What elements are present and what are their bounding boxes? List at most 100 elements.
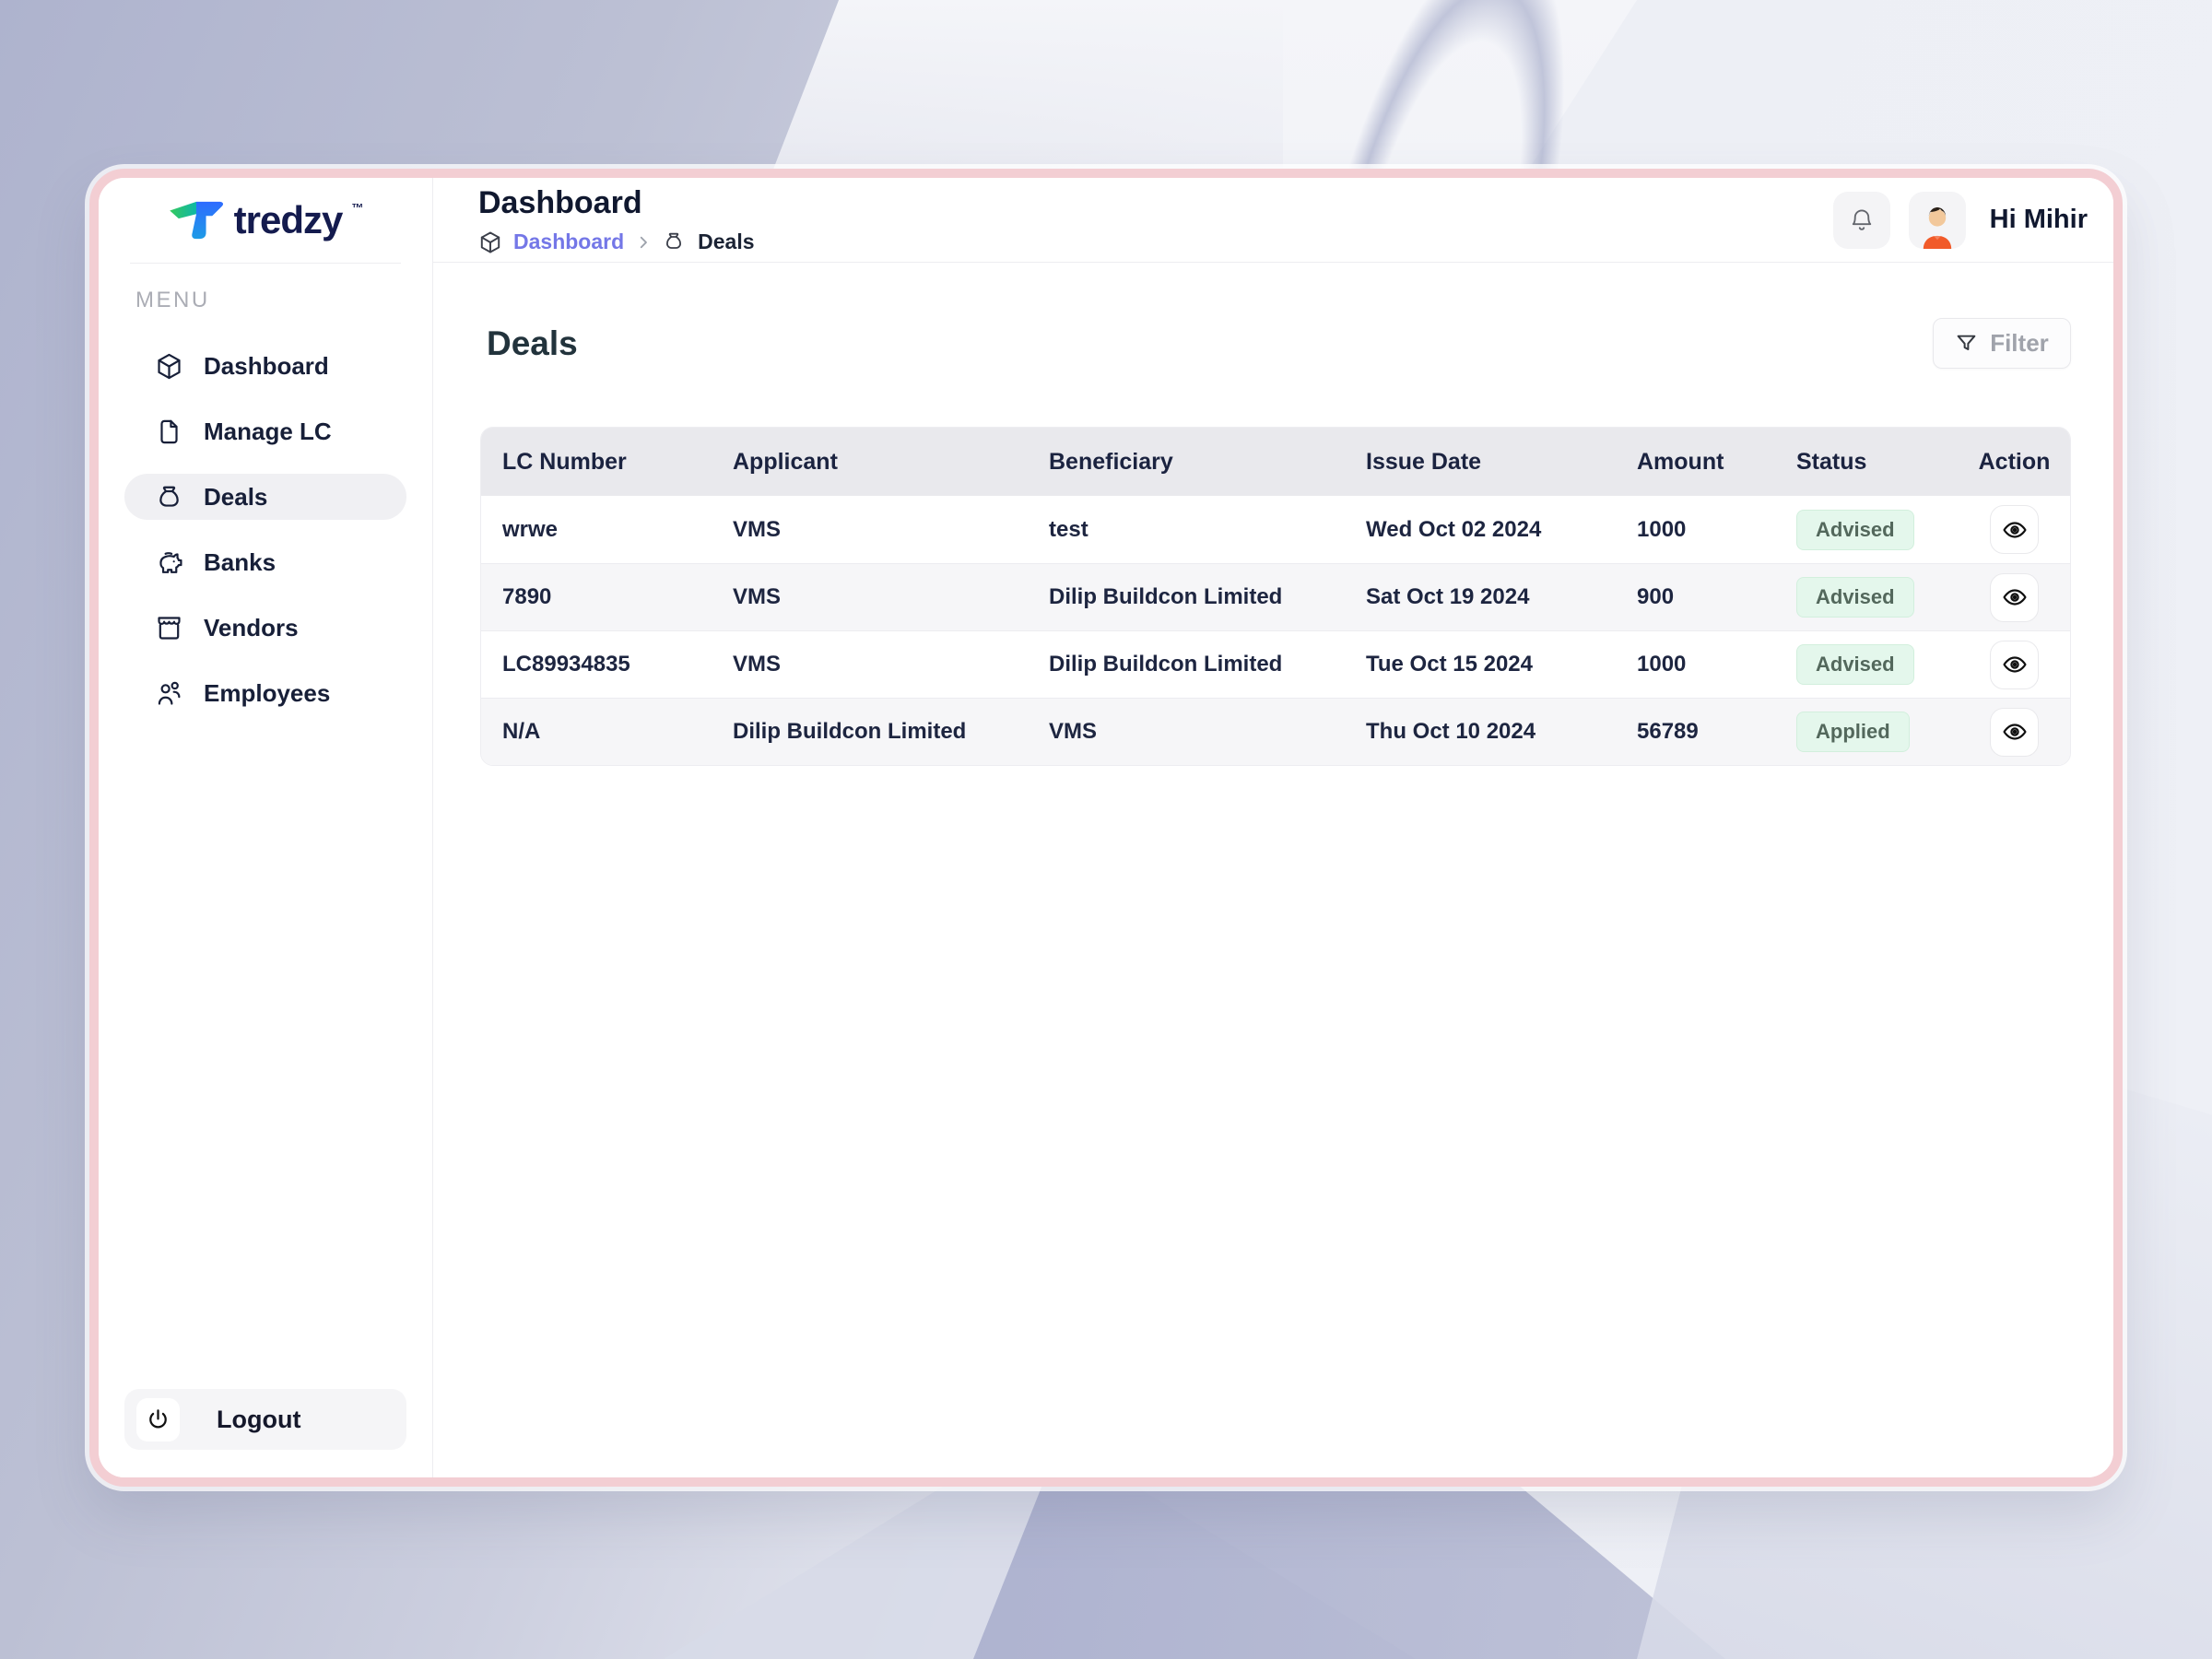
filter-label: Filter (1990, 329, 2049, 358)
status-badge: Advised (1796, 577, 1914, 618)
sidebar-item-label: Dashboard (204, 352, 329, 381)
content-area: Dashboard Dashboard Deals (433, 178, 2123, 1477)
cell-lc-number: wrwe (481, 517, 712, 543)
sidebar-menu: Dashboard Manage LC Deals (99, 343, 432, 716)
sidebar-item-label: Vendors (204, 614, 299, 642)
cell-lc-number: LC89934835 (481, 652, 712, 677)
breadcrumb-current: Deals (698, 229, 754, 254)
cell-amount: 1000 (1616, 517, 1775, 543)
view-deal-button[interactable] (1990, 708, 2039, 757)
piggy-bank-icon (155, 548, 183, 577)
table-header-row: LC Number Applicant Beneficiary Issue Da… (481, 428, 2070, 496)
cell-lc-number: 7890 (481, 584, 712, 610)
money-bag-icon (663, 230, 687, 254)
status-badge: Advised (1796, 644, 1914, 685)
status-badge: Advised (1796, 510, 1914, 550)
column-header: Status (1775, 449, 1971, 476)
sidebar: tredzy ™ MENU Dashboard Manage LC (99, 178, 433, 1477)
sidebar-item-vendors[interactable]: Vendors (124, 605, 406, 651)
view-deal-button[interactable] (1990, 573, 2039, 622)
notifications-button[interactable] (1833, 192, 1890, 249)
cell-issue-date: Sat Oct 19 2024 (1345, 584, 1616, 610)
sidebar-item-label: Deals (204, 483, 267, 512)
cell-amount: 1000 (1616, 652, 1775, 677)
table-body: wrwe VMS test Wed Oct 02 2024 1000 Advis… (481, 496, 2070, 765)
user-greeting: Hi Mihir (1990, 205, 2088, 235)
cell-status: Advised (1775, 510, 1971, 550)
chevron-right-icon (635, 234, 652, 251)
column-header: Amount (1616, 449, 1775, 476)
storefront-icon (155, 614, 183, 642)
cell-status: Advised (1775, 644, 1971, 685)
cell-beneficiary: test (1028, 517, 1345, 543)
sidebar-item-deals[interactable]: Deals (124, 474, 406, 520)
sidebar-item-label: Manage LC (204, 418, 332, 446)
cell-beneficiary: Dilip Buildcon Limited (1028, 584, 1345, 610)
eye-icon (2002, 584, 2028, 610)
eye-icon (2002, 652, 2028, 677)
eye-icon (2002, 517, 2028, 543)
cell-applicant: VMS (712, 517, 1028, 543)
table-row: N/A Dilip Buildcon Limited VMS Thu Oct 1… (481, 698, 2070, 765)
brand-name: tredzy (234, 199, 343, 241)
avatar-person-image (1913, 201, 1961, 249)
main-panel: Deals Filter LC Number Applicant Benefic… (433, 263, 2123, 1477)
table-row: 7890 VMS Dilip Buildcon Limited Sat Oct … (481, 563, 2070, 630)
sidebar-item-label: Employees (204, 679, 330, 708)
sidebar-item-employees[interactable]: Employees (124, 670, 406, 716)
cell-status: Advised (1775, 577, 1971, 618)
tredzy-logo-icon (168, 199, 225, 241)
cell-lc-number: N/A (481, 719, 712, 745)
sidebar-item-manage-lc[interactable]: Manage LC (124, 408, 406, 454)
column-header: LC Number (481, 449, 712, 476)
brand-trademark: ™ (351, 201, 363, 215)
logout-button[interactable]: Logout (124, 1389, 406, 1450)
logout-label: Logout (217, 1406, 300, 1434)
sidebar-item-banks[interactable]: Banks (124, 539, 406, 585)
user-avatar[interactable] (1909, 192, 1966, 249)
page-title: Dashboard (478, 185, 755, 221)
menu-section-label: MENU (135, 288, 432, 313)
breadcrumb-dashboard-link[interactable]: Dashboard (513, 229, 624, 254)
cell-issue-date: Tue Oct 15 2024 (1345, 652, 1616, 677)
status-badge: Applied (1796, 712, 1910, 752)
eye-icon (2002, 719, 2028, 745)
topbar: Dashboard Dashboard Deals (433, 178, 2123, 263)
cell-beneficiary: VMS (1028, 719, 1345, 745)
cell-issue-date: Wed Oct 02 2024 (1345, 517, 1616, 543)
cell-applicant: Dilip Buildcon Limited (712, 719, 1028, 745)
cell-action (1971, 573, 2070, 622)
app-window: tredzy ™ MENU Dashboard Manage LC (89, 169, 2123, 1487)
view-deal-button[interactable] (1990, 505, 2039, 554)
cell-applicant: VMS (712, 584, 1028, 610)
cell-beneficiary: Dilip Buildcon Limited (1028, 652, 1345, 677)
document-icon (155, 418, 183, 446)
cube-icon (155, 352, 183, 381)
deals-table: LC Number Applicant Beneficiary Issue Da… (480, 427, 2071, 766)
column-header: Issue Date (1345, 449, 1616, 476)
cell-action (1971, 505, 2070, 554)
cell-issue-date: Thu Oct 10 2024 (1345, 719, 1616, 745)
cell-action (1971, 641, 2070, 689)
funnel-icon (1955, 332, 1978, 355)
column-header: Applicant (712, 449, 1028, 476)
people-icon (155, 679, 183, 708)
table-row: LC89934835 VMS Dilip Buildcon Limited Tu… (481, 630, 2070, 698)
power-icon (136, 1398, 180, 1441)
brand-logo: tredzy ™ (99, 178, 432, 263)
money-bag-icon (155, 483, 183, 512)
cell-status: Applied (1775, 712, 1971, 752)
column-header: Beneficiary (1028, 449, 1345, 476)
column-header: Action (1971, 449, 2070, 476)
cell-applicant: VMS (712, 652, 1028, 677)
table-row: wrwe VMS test Wed Oct 02 2024 1000 Advis… (481, 496, 2070, 563)
cell-amount: 56789 (1616, 719, 1775, 745)
deals-heading: Deals (487, 324, 578, 363)
view-deal-button[interactable] (1990, 641, 2039, 689)
filter-button[interactable]: Filter (1933, 318, 2071, 369)
sidebar-divider (130, 263, 401, 264)
cell-amount: 900 (1616, 584, 1775, 610)
sidebar-item-label: Banks (204, 548, 276, 577)
sidebar-item-dashboard[interactable]: Dashboard (124, 343, 406, 389)
cube-icon (478, 230, 502, 254)
